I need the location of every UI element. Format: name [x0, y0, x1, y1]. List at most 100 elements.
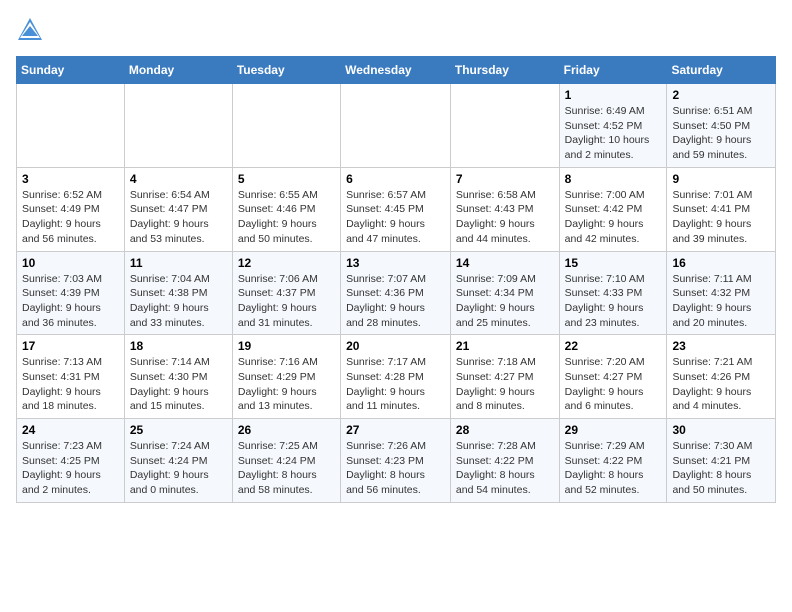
- day-number: 4: [130, 172, 227, 186]
- calendar-cell: [124, 84, 232, 168]
- day-info: Sunrise: 6:49 AM Sunset: 4:52 PM Dayligh…: [565, 104, 662, 163]
- day-number: 1: [565, 88, 662, 102]
- day-number: 21: [456, 339, 554, 353]
- day-info: Sunrise: 7:24 AM Sunset: 4:24 PM Dayligh…: [130, 439, 227, 498]
- day-number: 27: [346, 423, 445, 437]
- page-header: [16, 16, 776, 44]
- day-info: Sunrise: 7:25 AM Sunset: 4:24 PM Dayligh…: [238, 439, 335, 498]
- day-number: 22: [565, 339, 662, 353]
- calendar-cell: [341, 84, 451, 168]
- calendar-cell: 30 Sunrise: 7:30 AM Sunset: 4:21 PM Dayli…: [667, 419, 776, 503]
- calendar-week-5: 24 Sunrise: 7:23 AM Sunset: 4:25 PM Dayli…: [17, 419, 776, 503]
- day-info: Sunrise: 7:09 AM Sunset: 4:34 PM Dayligh…: [456, 272, 554, 331]
- day-info: Sunrise: 6:51 AM Sunset: 4:50 PM Dayligh…: [672, 104, 770, 163]
- day-header-wednesday: Wednesday: [341, 57, 451, 84]
- day-info: Sunrise: 7:14 AM Sunset: 4:30 PM Dayligh…: [130, 355, 227, 414]
- day-info: Sunrise: 7:17 AM Sunset: 4:28 PM Dayligh…: [346, 355, 445, 414]
- day-header-sunday: Sunday: [17, 57, 125, 84]
- day-number: 8: [565, 172, 662, 186]
- calendar-cell: 8 Sunrise: 7:00 AM Sunset: 4:42 PM Daylig…: [559, 167, 667, 251]
- calendar-cell: 29 Sunrise: 7:29 AM Sunset: 4:22 PM Dayli…: [559, 419, 667, 503]
- calendar-cell: 4 Sunrise: 6:54 AM Sunset: 4:47 PM Daylig…: [124, 167, 232, 251]
- day-info: Sunrise: 7:20 AM Sunset: 4:27 PM Dayligh…: [565, 355, 662, 414]
- day-number: 24: [22, 423, 119, 437]
- day-info: Sunrise: 7:29 AM Sunset: 4:22 PM Dayligh…: [565, 439, 662, 498]
- day-header-thursday: Thursday: [450, 57, 559, 84]
- calendar-cell: 3Sunrise: 6:52 AM Sunset: 4:49 PM Daylig…: [17, 167, 125, 251]
- calendar-cell: 25 Sunrise: 7:24 AM Sunset: 4:24 PM Dayli…: [124, 419, 232, 503]
- day-info: Sunrise: 7:04 AM Sunset: 4:38 PM Dayligh…: [130, 272, 227, 331]
- day-number: 26: [238, 423, 335, 437]
- day-info: Sunrise: 7:06 AM Sunset: 4:37 PM Dayligh…: [238, 272, 335, 331]
- calendar-cell: 12 Sunrise: 7:06 AM Sunset: 4:37 PM Dayli…: [232, 251, 340, 335]
- calendar-cell: 16 Sunrise: 7:11 AM Sunset: 4:32 PM Dayli…: [667, 251, 776, 335]
- calendar-cell: 9 Sunrise: 7:01 AM Sunset: 4:41 PM Daylig…: [667, 167, 776, 251]
- calendar-cell: 21Sunrise: 7:18 AM Sunset: 4:27 PM Dayli…: [450, 335, 559, 419]
- day-info: Sunrise: 6:52 AM Sunset: 4:49 PM Dayligh…: [22, 188, 119, 247]
- day-number: 19: [238, 339, 335, 353]
- calendar-cell: 26 Sunrise: 7:25 AM Sunset: 4:24 PM Dayli…: [232, 419, 340, 503]
- calendar-cell: 2 Sunrise: 6:51 AM Sunset: 4:50 PM Daylig…: [667, 84, 776, 168]
- day-info: Sunrise: 7:23 AM Sunset: 4:25 PM Dayligh…: [22, 439, 119, 498]
- day-info: Sunrise: 6:57 AM Sunset: 4:45 PM Dayligh…: [346, 188, 445, 247]
- day-info: Sunrise: 6:58 AM Sunset: 4:43 PM Dayligh…: [456, 188, 554, 247]
- calendar-cell: [450, 84, 559, 168]
- calendar-cell: 6Sunrise: 6:57 AM Sunset: 4:45 PM Daylig…: [341, 167, 451, 251]
- day-header-tuesday: Tuesday: [232, 57, 340, 84]
- day-info: Sunrise: 7:26 AM Sunset: 4:23 PM Dayligh…: [346, 439, 445, 498]
- calendar-week-4: 17Sunrise: 7:13 AM Sunset: 4:31 PM Dayli…: [17, 335, 776, 419]
- day-info: Sunrise: 7:28 AM Sunset: 4:22 PM Dayligh…: [456, 439, 554, 498]
- day-number: 13: [346, 256, 445, 270]
- day-info: Sunrise: 7:13 AM Sunset: 4:31 PM Dayligh…: [22, 355, 119, 414]
- day-number: 25: [130, 423, 227, 437]
- day-header-friday: Friday: [559, 57, 667, 84]
- calendar-header-row: SundayMondayTuesdayWednesdayThursdayFrid…: [17, 57, 776, 84]
- calendar-cell: 15 Sunrise: 7:10 AM Sunset: 4:33 PM Dayli…: [559, 251, 667, 335]
- calendar-week-2: 3Sunrise: 6:52 AM Sunset: 4:49 PM Daylig…: [17, 167, 776, 251]
- calendar-cell: 17Sunrise: 7:13 AM Sunset: 4:31 PM Dayli…: [17, 335, 125, 419]
- calendar-cell: 14Sunrise: 7:09 AM Sunset: 4:34 PM Dayli…: [450, 251, 559, 335]
- calendar-cell: 19 Sunrise: 7:16 AM Sunset: 4:29 PM Dayli…: [232, 335, 340, 419]
- day-number: 30: [672, 423, 770, 437]
- calendar-cell: 28 Sunrise: 7:28 AM Sunset: 4:22 PM Dayli…: [450, 419, 559, 503]
- day-number: 9: [672, 172, 770, 186]
- day-info: Sunrise: 6:54 AM Sunset: 4:47 PM Dayligh…: [130, 188, 227, 247]
- day-info: Sunrise: 7:11 AM Sunset: 4:32 PM Dayligh…: [672, 272, 770, 331]
- calendar-cell: 23Sunrise: 7:21 AM Sunset: 4:26 PM Dayli…: [667, 335, 776, 419]
- calendar-cell: [17, 84, 125, 168]
- day-info: Sunrise: 7:16 AM Sunset: 4:29 PM Dayligh…: [238, 355, 335, 414]
- day-number: 15: [565, 256, 662, 270]
- day-number: 20: [346, 339, 445, 353]
- day-number: 29: [565, 423, 662, 437]
- logo: [16, 16, 48, 44]
- day-info: Sunrise: 7:00 AM Sunset: 4:42 PM Dayligh…: [565, 188, 662, 247]
- calendar-table: SundayMondayTuesdayWednesdayThursdayFrid…: [16, 56, 776, 503]
- day-info: Sunrise: 7:21 AM Sunset: 4:26 PM Dayligh…: [672, 355, 770, 414]
- calendar-cell: 13 Sunrise: 7:07 AM Sunset: 4:36 PM Dayli…: [341, 251, 451, 335]
- day-number: 18: [130, 339, 227, 353]
- day-number: 16: [672, 256, 770, 270]
- day-info: Sunrise: 7:03 AM Sunset: 4:39 PM Dayligh…: [22, 272, 119, 331]
- day-number: 2: [672, 88, 770, 102]
- day-info: Sunrise: 7:10 AM Sunset: 4:33 PM Dayligh…: [565, 272, 662, 331]
- day-info: Sunrise: 7:30 AM Sunset: 4:21 PM Dayligh…: [672, 439, 770, 498]
- day-number: 12: [238, 256, 335, 270]
- day-number: 28: [456, 423, 554, 437]
- calendar-cell: [232, 84, 340, 168]
- day-header-monday: Monday: [124, 57, 232, 84]
- calendar-cell: 27 Sunrise: 7:26 AM Sunset: 4:23 PM Dayli…: [341, 419, 451, 503]
- calendar-cell: 22 Sunrise: 7:20 AM Sunset: 4:27 PM Dayli…: [559, 335, 667, 419]
- day-info: Sunrise: 6:55 AM Sunset: 4:46 PM Dayligh…: [238, 188, 335, 247]
- calendar-week-3: 10 Sunrise: 7:03 AM Sunset: 4:39 PM Dayli…: [17, 251, 776, 335]
- calendar-week-1: 1 Sunrise: 6:49 AM Sunset: 4:52 PM Daylig…: [17, 84, 776, 168]
- day-info: Sunrise: 7:07 AM Sunset: 4:36 PM Dayligh…: [346, 272, 445, 331]
- day-info: Sunrise: 7:01 AM Sunset: 4:41 PM Dayligh…: [672, 188, 770, 247]
- calendar-cell: 11Sunrise: 7:04 AM Sunset: 4:38 PM Dayli…: [124, 251, 232, 335]
- day-number: 10: [22, 256, 119, 270]
- calendar-cell: 24 Sunrise: 7:23 AM Sunset: 4:25 PM Dayli…: [17, 419, 125, 503]
- logo-icon: [16, 16, 44, 44]
- calendar-cell: 5Sunrise: 6:55 AM Sunset: 4:46 PM Daylig…: [232, 167, 340, 251]
- calendar-cell: 1 Sunrise: 6:49 AM Sunset: 4:52 PM Daylig…: [559, 84, 667, 168]
- day-number: 7: [456, 172, 554, 186]
- day-header-saturday: Saturday: [667, 57, 776, 84]
